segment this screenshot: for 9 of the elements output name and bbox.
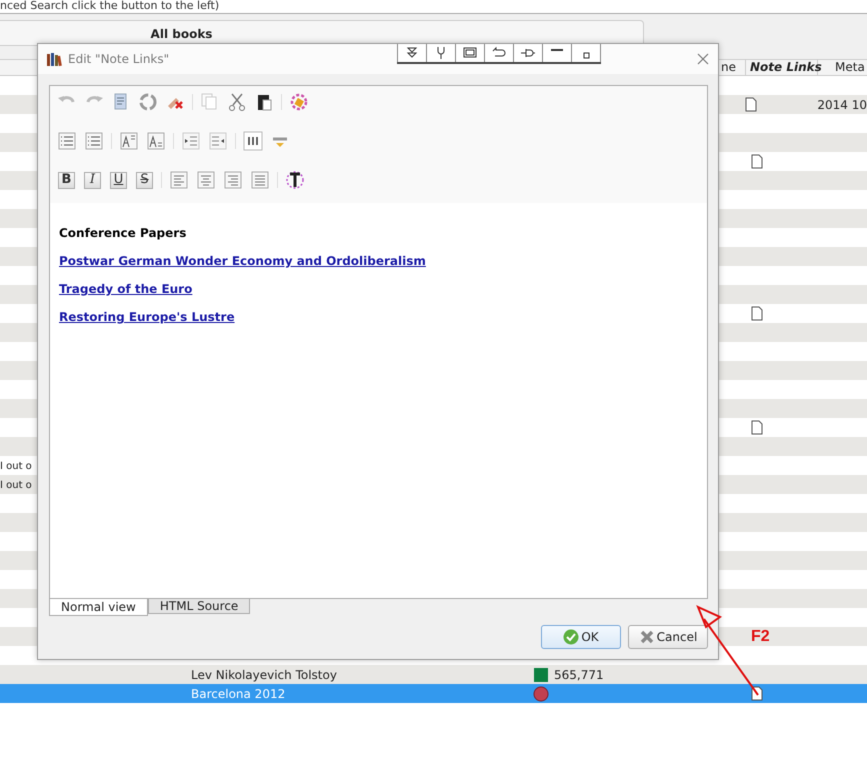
- heading-text: Conference Papers: [59, 226, 188, 240]
- table-cell: I out o: [0, 461, 32, 472]
- window-title: Edit "Note Links": [68, 52, 170, 66]
- table-cell: 2014 10: [817, 98, 867, 112]
- table-cell: Barcelona 2012: [191, 686, 286, 700]
- table-cell: Lev Nikolayevich Tolstoy: [191, 668, 337, 682]
- table-cell: 565,771: [554, 668, 604, 682]
- annotation-label: F2: [751, 628, 770, 646]
- table-cell: I out o: [0, 480, 32, 491]
